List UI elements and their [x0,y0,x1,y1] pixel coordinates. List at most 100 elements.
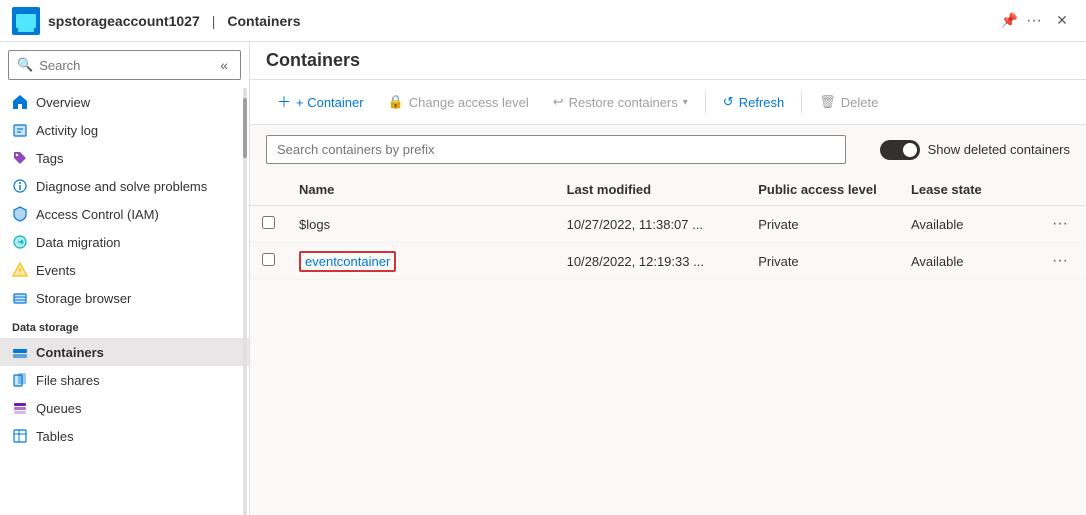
last-modified-eventcontainer: 10/28/2022, 12:19:33 ... [555,243,747,280]
sidebar-item-label: Access Control (IAM) [36,207,159,222]
container-name-eventcontainer[interactable]: eventcontainer [299,251,396,272]
title-separator: | [212,13,216,29]
page-header: Containers [250,42,1086,80]
show-deleted-toggle[interactable] [880,140,920,160]
table-area: Show deleted containers Name Last modifi… [250,125,1086,515]
toggle-row: Show deleted containers [880,140,1070,160]
table-row: eventcontainer 10/28/2022, 12:19:33 ...Pr… [250,243,1086,280]
delete-label: Delete [841,95,879,110]
title-actions: 📌 ··· [1001,12,1042,30]
sidebar-item-storage-browser[interactable]: Storage browser [0,284,249,312]
sidebar-item-label: Events [36,263,76,278]
app-icon [12,7,40,35]
sidebar-item-label: Storage browser [36,291,131,306]
delete-icon: 🗑 [819,94,836,110]
tag-icon [12,150,28,166]
data-storage-section-label: Data storage [0,312,249,338]
show-deleted-label: Show deleted containers [928,142,1070,157]
containers-icon [12,344,28,360]
page-name: Containers [227,13,300,29]
sidebar-item-diagnose[interactable]: Diagnose and solve problems [0,172,249,200]
more-button-logs[interactable]: ··· [1046,213,1074,235]
select-all-header [250,174,287,206]
restore-label: Restore containers [569,95,678,110]
sidebar: 🔍 « Overview Activity log [0,42,250,515]
container-name-logs[interactable]: $logs [287,206,555,243]
containers-table: Name Last modified Public access level L… [250,174,1086,280]
close-button[interactable]: ✕ [1050,9,1074,33]
lease-state-eventcontainer: Available [899,243,1034,280]
sidebar-item-label: Overview [36,95,90,110]
page-title: Containers [266,50,360,71]
restore-containers-button[interactable]: ↩ Restore containers ▾ [542,88,699,116]
sidebar-item-file-shares[interactable]: File shares [0,366,249,394]
sidebar-item-label: Activity log [36,123,98,138]
row-checkbox[interactable] [262,216,275,229]
lease-state-logs: Available [899,206,1034,243]
collapse-icon[interactable]: « [216,55,232,75]
sidebar-item-label: Containers [36,345,104,360]
add-icon: ＋ [277,92,291,112]
toolbar: ＋ + Container 🔒 Change access level ↩ Re… [250,80,1086,125]
sidebar-item-containers[interactable]: Containers [0,338,249,366]
more-button-eventcontainer[interactable]: ··· [1046,250,1074,272]
refresh-icon: ↺ [723,94,734,110]
file-shares-icon [12,372,28,388]
events-icon [12,262,28,278]
dropdown-icon: ▾ [683,97,688,108]
sidebar-item-access-control[interactable]: Access Control (IAM) [0,200,249,228]
activity-icon [12,122,28,138]
search-bar-row: Show deleted containers [250,125,1086,174]
account-name: spstorageaccount1027 [48,13,200,29]
main-layout: 🔍 « Overview Activity log [0,42,1086,515]
title-bar: spstorageaccount1027 | Containers 📌 ··· … [0,0,1086,42]
migrate-icon [12,234,28,250]
content-area: Containers ＋ + Container 🔒 Change access… [250,42,1086,515]
sidebar-item-data-migration[interactable]: Data migration [0,228,249,256]
search-box[interactable]: 🔍 « [8,50,241,80]
col-header-name: Name [287,174,555,206]
col-header-modified: Last modified [555,174,747,206]
refresh-label: Refresh [739,95,785,110]
storage-icon [12,290,28,306]
change-access-button[interactable]: 🔒 Change access level [377,88,540,116]
diagnose-icon [12,178,28,194]
sidebar-item-label: Diagnose and solve problems [36,179,207,194]
pin-icon[interactable]: 📌 [1001,12,1018,29]
col-header-lease: Lease state [899,174,1034,206]
sidebar-item-overview[interactable]: Overview [0,88,249,116]
sidebar-item-queues[interactable]: Queues [0,394,249,422]
change-access-label: Change access level [409,95,529,110]
col-header-actions [1034,174,1086,206]
add-container-button[interactable]: ＋ + Container [266,86,375,118]
toolbar-separator-1 [705,90,706,114]
sidebar-item-activity-log[interactable]: Activity log [0,116,249,144]
sidebar-item-events[interactable]: Events [0,256,249,284]
queues-icon [12,400,28,416]
col-header-access: Public access level [746,174,899,206]
refresh-button[interactable]: ↺ Refresh [712,88,795,116]
tables-icon [12,428,28,444]
search-input[interactable] [39,58,210,73]
sidebar-item-label: Tags [36,151,63,166]
restore-icon: ↩ [553,94,564,110]
delete-button[interactable]: 🗑 Delete [808,88,889,116]
home-icon [12,94,28,110]
lock-icon: 🔒 [388,94,404,110]
sidebar-item-label: File shares [36,373,100,388]
search-icon: 🔍 [17,57,33,73]
sidebar-item-label: Tables [36,429,74,444]
toolbar-separator-2 [801,90,802,114]
toggle-thumb [903,143,917,157]
sidebar-item-tags[interactable]: Tags [0,144,249,172]
last-modified-logs: 10/27/2022, 11:38:07 ... [555,206,747,243]
sidebar-item-label: Queues [36,401,82,416]
row-checkbox[interactable] [262,253,275,266]
sidebar-item-label: Data migration [36,235,121,250]
prefix-search-input[interactable] [266,135,846,164]
sidebar-item-tables[interactable]: Tables [0,422,249,450]
table-header-row: Name Last modified Public access level L… [250,174,1086,206]
public-access-eventcontainer: Private [746,243,899,280]
more-icon[interactable]: ··· [1026,12,1042,30]
shield-icon [12,206,28,222]
